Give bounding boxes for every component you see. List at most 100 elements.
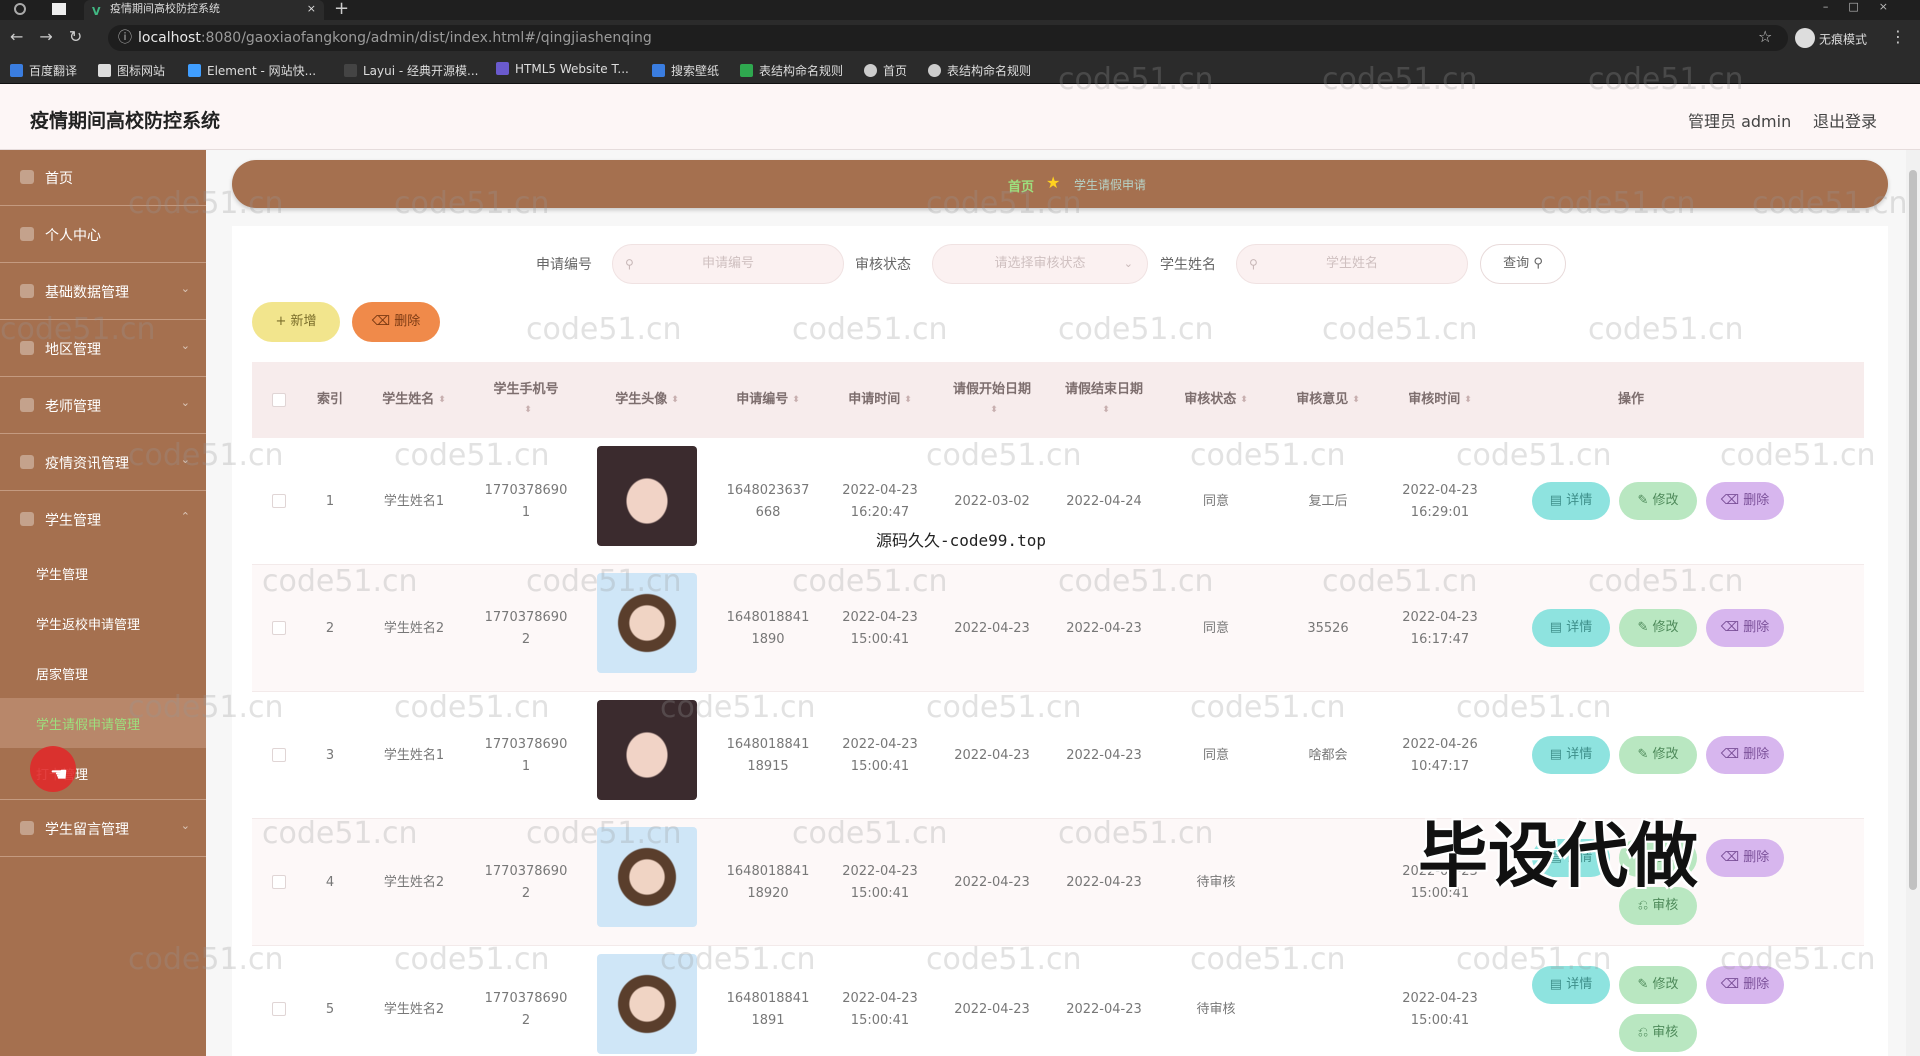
sidebar-item-profile[interactable]: 个人中心 — [0, 207, 206, 263]
row-checkbox[interactable] — [272, 494, 286, 508]
chevron-down-icon: ⌄ — [180, 396, 190, 409]
cell-opinion — [1272, 946, 1384, 1056]
detail-button[interactable]: ▤ 详情 — [1532, 966, 1610, 1004]
row-checkbox[interactable] — [272, 621, 286, 635]
table-header: 索引 学生姓名 ⬍ 学生手机号 ⬍ 学生头像 ⬍ 申请编号 ⬍ 申请时间 ⬍ 请假开始日期… — [252, 362, 1864, 438]
breadcrumb-home[interactable]: 首页 — [1008, 176, 1034, 195]
browser-logo-icon — [14, 3, 26, 15]
menu-icon — [20, 341, 34, 355]
query-button[interactable]: 查询 ⚲ — [1480, 244, 1566, 284]
edit-button[interactable]: ✎ 修改 — [1619, 966, 1697, 1004]
sort-icon: ⬍ — [438, 395, 446, 405]
bookmark-item[interactable]: 百度翻译 — [10, 62, 77, 79]
browser-tab-strip: V 疫情期间高校防控系统 × + –□× — [0, 0, 1920, 20]
bookmarks-bar: 百度翻译 图标网站 Element - 网站快... Layui - 经典开源模… — [0, 56, 1920, 84]
cell-status: 待审核 — [1196, 1001, 1236, 1017]
status-select[interactable]: 请选择审核状态 ⌄ — [932, 244, 1148, 284]
detail-button[interactable]: ▤ 详情 — [1532, 482, 1610, 520]
apply-no-input[interactable]: ⚲ 申请编号 — [612, 244, 844, 284]
delete-button[interactable]: ⌫ 删除 — [1706, 966, 1784, 1004]
bookmark-item[interactable]: 搜索壁纸 — [652, 62, 719, 79]
delete-button[interactable]: ⌫ 删除 — [1706, 736, 1784, 774]
delete-button[interactable]: ⌫ 删除 — [1706, 839, 1784, 877]
cell-index: 2 — [325, 620, 335, 636]
col-apply-time[interactable]: 申请时间 ⬍ — [824, 362, 936, 438]
student-avatar[interactable] — [597, 700, 697, 800]
logout-link[interactable]: 退出登录 — [1813, 108, 1877, 132]
info-icon: ⓘ — [118, 30, 132, 46]
bookmark-item[interactable]: 表结构命名规则 — [928, 62, 1031, 79]
cell-apply-no: 1648018841 18920 — [726, 863, 810, 901]
col-opinion[interactable]: 审核意见 ⬍ — [1272, 362, 1384, 438]
browser-tab[interactable]: V 疫情期间高校防控系统 × — [84, 0, 324, 20]
cell-index: 1 — [325, 493, 335, 509]
student-avatar[interactable] — [597, 446, 697, 546]
edit-button[interactable]: ✎ 修改 — [1619, 736, 1697, 774]
bookmark-item[interactable]: Layui - 经典开源模... — [344, 62, 478, 79]
student-avatar[interactable] — [597, 954, 697, 1054]
bookmark-item[interactable]: 图标网站 — [98, 62, 165, 79]
batch-delete-button[interactable]: ⌫ 删除 — [352, 302, 440, 342]
sidebar-item-region[interactable]: 地区管理 ⌄ — [0, 321, 206, 377]
page-scrollbar[interactable] — [1906, 150, 1920, 1056]
sidebar-item-teacher[interactable]: 老师管理 ⌄ — [0, 378, 206, 434]
nav-arrows-icon[interactable]: ←→↻ — [10, 27, 98, 46]
bookmark-item[interactable]: Element - 网站快... — [188, 62, 316, 79]
detail-button[interactable]: ▤ 详情 — [1532, 736, 1610, 774]
col-avatar[interactable]: 学生头像 ⬍ — [582, 362, 712, 438]
sort-icon: ⬍ — [990, 405, 998, 415]
scrollbar-thumb[interactable] — [1909, 170, 1917, 890]
sidebar-item-news[interactable]: 疫情资讯管理 ⌄ — [0, 435, 206, 491]
breadcrumb: 首页 ★ 学生请假申请 — [232, 160, 1888, 208]
add-button[interactable]: + 新增 — [252, 302, 340, 342]
browser-menu-icon[interactable]: ⋮ — [1890, 27, 1906, 46]
col-actions: 操作 — [1617, 392, 1644, 407]
sidebar-sub-home[interactable]: 居家管理 — [0, 648, 206, 698]
col-start-date[interactable]: 请假开始日期 ⬍ — [936, 362, 1048, 438]
window-controls[interactable]: –□× — [1823, 0, 1908, 13]
sidebar-sub-leave[interactable]: 学生请假申请管理 — [0, 698, 206, 748]
sidebar-sub-return[interactable]: 学生返校申请管理 — [0, 598, 206, 648]
edit-button[interactable]: ✎ 修改 — [1619, 482, 1697, 520]
new-tab-icon[interactable]: + — [334, 0, 349, 19]
col-student-phone[interactable]: 学生手机号 ⬍ — [470, 362, 582, 438]
select-all-checkbox[interactable] — [272, 393, 286, 407]
sidebar-item-message[interactable]: 学生留言管理 ⌄ — [0, 801, 206, 857]
incognito-indicator[interactable]: 无痕模式 — [1795, 28, 1867, 50]
row-checkbox[interactable] — [272, 1002, 286, 1016]
cell-apply-no: 1648018841 18915 — [726, 736, 810, 774]
col-apply-no[interactable]: 申请编号 ⬍ — [712, 362, 824, 438]
sidebar: 首页 个人中心 基础数据管理 ⌄ 地区管理 ⌄ 老师管理 ⌄ 疫情资讯管理 ⌄ 学生管理… — [0, 150, 206, 1056]
sort-icon: ⬍ — [1464, 395, 1472, 405]
col-status[interactable]: 审核状态 ⬍ — [1160, 362, 1272, 438]
cell-start: 2022-04-23 — [954, 874, 1030, 890]
row-checkbox[interactable] — [272, 875, 286, 889]
delete-button[interactable]: ⌫ 删除 — [1706, 609, 1784, 647]
bookmark-item[interactable]: HTML5 Website T... — [496, 62, 629, 76]
bookmark-item[interactable]: 表结构命名规则 — [740, 62, 843, 79]
url-field[interactable]: ⓘ localhost:8080/gaoxiaofangkong/admin/d… — [108, 25, 1788, 51]
sidebar-item-home[interactable]: 首页 — [0, 150, 206, 206]
col-audit-time[interactable]: 审核时间 ⬍ — [1384, 362, 1496, 438]
bookmark-item[interactable]: 首页 — [864, 62, 907, 79]
sidebar-item-base-data[interactable]: 基础数据管理 ⌄ — [0, 264, 206, 320]
vue-favicon-icon: V — [92, 5, 101, 18]
sidebar-item-student[interactable]: 学生管理 ⌃ — [0, 492, 206, 548]
detail-button[interactable]: ▤ 详情 — [1532, 609, 1610, 647]
delete-button[interactable]: ⌫ 删除 — [1706, 482, 1784, 520]
student-avatar[interactable] — [597, 573, 697, 673]
bookmark-star-icon[interactable]: ☆ — [1758, 27, 1772, 46]
student-name-input[interactable]: ⚲ 学生姓名 — [1236, 244, 1468, 284]
row-checkbox[interactable] — [272, 748, 286, 762]
audit-button[interactable]: ⎌ 审核 — [1619, 1014, 1697, 1052]
col-student-name[interactable]: 学生姓名 ⬍ — [358, 362, 470, 438]
cell-status: 同意 — [1202, 493, 1229, 509]
cell-phone: 1770378690 2 — [484, 990, 568, 1028]
cell-index: 4 — [325, 874, 335, 890]
edit-button[interactable]: ✎ 修改 — [1619, 609, 1697, 647]
col-end-date[interactable]: 请假结束日期 ⬍ — [1048, 362, 1160, 438]
student-avatar[interactable] — [597, 827, 697, 927]
close-tab-icon[interactable]: × — [307, 0, 316, 18]
sidebar-sub-student[interactable]: 学生管理 — [0, 548, 206, 598]
search-icon: ⚲ — [1249, 257, 1258, 271]
